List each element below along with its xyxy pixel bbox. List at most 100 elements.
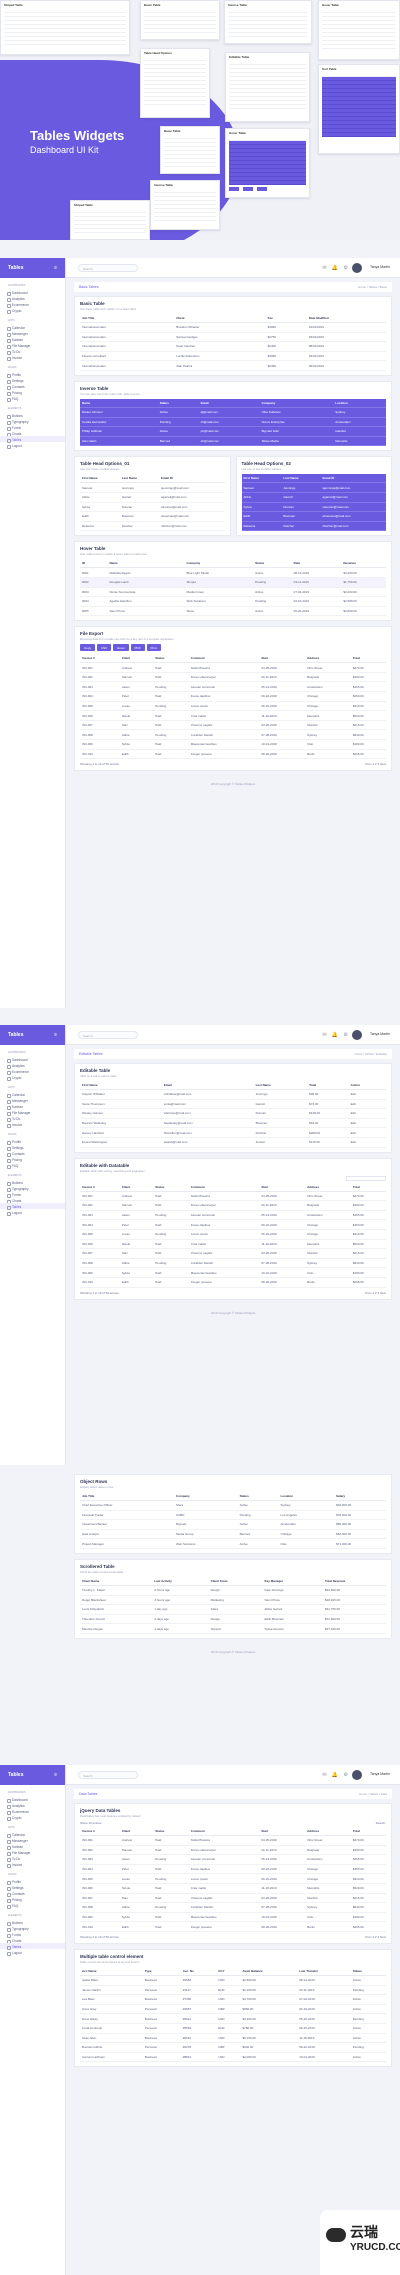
- column-header[interactable]: Job Title: [80, 314, 175, 323]
- column-header[interactable]: Client Name: [80, 1576, 153, 1586]
- column-header[interactable]: Invoice #: [80, 1827, 120, 1836]
- column-header[interactable]: Status: [153, 654, 189, 664]
- table-row[interactable]: INV-010 Edith Paid Integer posuere 08-30-201…: [80, 1277, 386, 1288]
- table-row[interactable]: INV-005 Lucas Pending Lorem ipsum 06-15-2019…: [80, 701, 386, 712]
- table-row[interactable]: International stars Peter Gardner $2400 08/…: [80, 341, 386, 352]
- table-row[interactable]: INV-003 Jason Pending Aenean commodo 05-14-2…: [80, 1210, 386, 1221]
- table-row[interactable]: Sonia Thompson sonia@mail.com Garrett $74.0…: [80, 1099, 386, 1110]
- column-header[interactable]: Location: [278, 1492, 335, 1501]
- table-row[interactable]: James Hardin Personal #1147 EUR $1,200.00 03-…: [80, 1985, 386, 1996]
- column-header[interactable]: Client Team: [208, 1576, 263, 1586]
- table-row[interactable]: Maurice Pepper 4 days ago Support Sylvia Du…: [80, 1623, 386, 1634]
- column-header[interactable]: Last Name: [281, 474, 321, 484]
- table-row[interactable]: INV-008 Abbie Pending Curabitur blandit 07-0…: [80, 1902, 386, 1913]
- column-header[interactable]: Invoice #: [80, 654, 120, 664]
- column-header[interactable]: Name: [107, 559, 185, 569]
- menu-toggle-icon[interactable]: ≡: [54, 1772, 57, 1778]
- table-row[interactable]: Sylvia Duncan sduncan@mail.com: [80, 502, 225, 513]
- column-header[interactable]: Last Transfer: [297, 1966, 351, 1976]
- export-pdf-button[interactable]: PDF: [130, 644, 145, 652]
- table-row[interactable]: Samuel Jennings sjennings@mail.com: [241, 482, 386, 493]
- column-header[interactable]: Last Activity: [152, 1576, 209, 1586]
- table-row[interactable]: INV-004 Peter Paid Fusce dapibus 09-22-2019 C…: [80, 691, 386, 702]
- column-header[interactable]: Address: [305, 654, 351, 664]
- table-row[interactable]: INV-002 Samuel Paid Donec ullamcorper 02-11-…: [80, 672, 386, 683]
- column-header[interactable]: Status: [153, 1182, 189, 1192]
- column-header[interactable]: Status: [237, 1492, 279, 1501]
- column-header[interactable]: Comment: [188, 1182, 260, 1192]
- export-print-button[interactable]: Print: [146, 644, 161, 652]
- export-csv-button[interactable]: CSV: [97, 644, 112, 652]
- column-header[interactable]: First Name: [80, 474, 120, 484]
- table-row[interactable]: INV-005 Lucas Pending Lorem ipsum 06-15-2019…: [80, 1229, 386, 1240]
- column-header[interactable]: Client: [174, 314, 266, 323]
- column-header[interactable]: Address: [305, 1827, 351, 1836]
- table-row[interactable]: Brenda Guthrie Personal #2278 GBP $640.00 09-…: [80, 2042, 386, 2053]
- column-header[interactable]: Fee: [265, 314, 307, 323]
- column-header[interactable]: Comment: [188, 654, 260, 664]
- table-row[interactable]: Project Manager Web Solutions Active Oslo $7…: [80, 1538, 386, 1549]
- table-row[interactable]: Bertram Wellesley bwellesley@mail.com Bowm…: [80, 1118, 386, 1129]
- column-header[interactable]: Total: [307, 1081, 349, 1090]
- pagination-controls[interactable]: Prev 1 2 3 Next: [365, 762, 386, 766]
- column-header[interactable]: CCY: [216, 1966, 241, 1976]
- column-header[interactable]: Acc. No: [180, 1966, 217, 1976]
- table-row[interactable]: INV-006 Nicole Paid Cras mattis 11-18-2019 Me…: [80, 710, 386, 721]
- sidebar-item-crypto[interactable]: Crypto: [0, 307, 65, 314]
- breadcrumb-path[interactable]: Home / Tables / Data: [359, 1792, 387, 1796]
- user-name[interactable]: Tanya Martin: [370, 1032, 390, 1036]
- column-header[interactable]: Status: [153, 1827, 189, 1836]
- table-row[interactable]: Samuel Jennings sjennings@mail.com: [80, 482, 225, 493]
- sidebar-item-logout[interactable]: Logout: [0, 1209, 65, 1216]
- sidebar-item-invoice[interactable]: Invoice: [0, 1121, 65, 1128]
- toolbar-icons[interactable]: ✉ 🔔 ⚙: [322, 265, 350, 271]
- table-row[interactable]: International stars Samuel Hodges $2750 04/…: [80, 332, 386, 343]
- breadcrumb-path[interactable]: Home / Tables / Basic: [358, 285, 387, 289]
- table-row[interactable]: Linda Kennedy Personal #5534 EUR $780.00 06-1…: [80, 2023, 386, 2034]
- avatar[interactable]: [352, 263, 362, 273]
- column-header[interactable]: Total Revenue: [322, 1576, 386, 1586]
- column-header[interactable]: Acc Name: [80, 1966, 143, 1976]
- table-row[interactable]: Rebecca Fletcher rfletcher@mail.com: [80, 521, 225, 532]
- column-header[interactable]: Key Manager: [262, 1576, 323, 1586]
- table-search-input[interactable]: [346, 1175, 386, 1181]
- table-row[interactable]: Data Analyst Media Group Banned Chicago $62,…: [80, 1529, 386, 1540]
- table-row[interactable]: INV-009 Sylvia Paid Maecenas faucibus 10-01-…: [80, 1267, 386, 1278]
- table-row[interactable]: Ernest Washington ewash@mail.com Jensen $11…: [80, 1137, 386, 1148]
- table-row[interactable]: Abbie Garrett agarrett@mail.com: [241, 492, 386, 503]
- column-header[interactable]: Location: [333, 398, 386, 408]
- column-header[interactable]: Company: [174, 1492, 238, 1501]
- table-row[interactable]: Roger Blackshear 3 hours ago Marketing Sam …: [80, 1595, 386, 1606]
- column-header[interactable]: Status: [350, 1966, 386, 1976]
- column-header[interactable]: Job Title: [80, 1492, 175, 1501]
- column-header[interactable]: Client: [119, 1827, 154, 1836]
- sidebar-item-faq[interactable]: FAQ: [0, 1902, 65, 1909]
- table-row[interactable]: INV-007 Sam Paid Vivamus sagittis 03-26-2019…: [80, 720, 386, 731]
- column-header[interactable]: Email ID: [320, 474, 386, 484]
- column-header[interactable]: Last Name: [119, 474, 160, 484]
- table-row[interactable]: INV-002 Samuel Paid Donec ullamcorper 02-11-…: [80, 1200, 386, 1211]
- column-header[interactable]: Avail. Balance: [240, 1966, 298, 1976]
- column-header[interactable]: ID: [80, 559, 108, 569]
- column-header[interactable]: Start: [259, 654, 306, 664]
- table-row[interactable]: Financial Trader CNBC Pending Los Angeles $7…: [80, 1510, 386, 1521]
- table-row[interactable]: Clayton Whitaker cwhitaker@mail.com Jennin…: [80, 1089, 386, 1100]
- table-row[interactable]: INV-004 Peter Paid Fusce dapibus 09-22-2019 C…: [80, 1219, 386, 1230]
- sidebar-item-invoice[interactable]: Invoice: [0, 354, 65, 361]
- table-row[interactable]: #005 Sam Prince Sfera Active 05-20-2019 $3,65…: [80, 606, 386, 617]
- column-header[interactable]: Email ID: [159, 474, 225, 484]
- table-row[interactable]: Carmen Hoffman Business #8841 USD $2,050.00 1…: [80, 2052, 386, 2063]
- table-row[interactable]: INV-006 Nicole Paid Cras mattis 11-18-2019 Me…: [80, 1883, 386, 1894]
- table-row[interactable]: Harvey Hamilton hhamilton@mail.com Fletche…: [80, 1127, 386, 1138]
- table-row[interactable]: Timothy L. Kaiser 2 hours ago Design Kate J…: [80, 1585, 386, 1596]
- table-row[interactable]: Daniel Johnson Active dj@mail.com Ultra Sof…: [80, 407, 386, 418]
- menu-toggle-icon[interactable]: ≡: [54, 1032, 57, 1038]
- column-header[interactable]: Start: [259, 1827, 306, 1836]
- column-header[interactable]: First Name: [241, 474, 282, 484]
- column-header[interactable]: Type: [142, 1966, 181, 1976]
- table-row[interactable]: International stars Brandon Wheeler $1950 0…: [80, 322, 386, 333]
- table-row[interactable]: INV-007 Sam Paid Vivamus sagittis 03-26-2019…: [80, 1248, 386, 1259]
- menu-toggle-icon[interactable]: ≡: [54, 265, 57, 271]
- table-row[interactable]: Louis Kirkpatrick 1 day ago Sales Abbie Gar…: [80, 1604, 386, 1615]
- table-row[interactable]: Alex Harris Banned ah@mail.com Share Media M…: [80, 436, 386, 447]
